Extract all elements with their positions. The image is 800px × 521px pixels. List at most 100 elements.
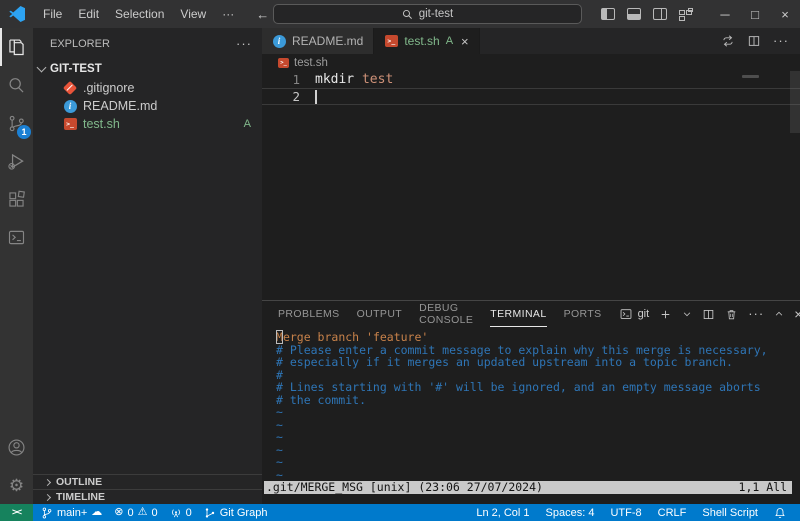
nav-back-icon[interactable]: ←: [256, 7, 269, 22]
file-label: test.sh: [83, 117, 120, 131]
git-graph-button[interactable]: Git Graph: [198, 504, 274, 521]
file-label: README.md: [83, 99, 157, 113]
ports-indicator[interactable]: 0: [164, 504, 198, 521]
activitybar-extensions[interactable]: [0, 180, 33, 218]
text-cursor: [315, 90, 317, 104]
open-changes-icon[interactable]: [721, 34, 735, 48]
trash-icon[interactable]: [725, 308, 738, 321]
terminal-cursor: M: [276, 330, 283, 344]
panel-close-icon[interactable]: ×: [794, 306, 800, 322]
editor-more-actions-icon[interactable]: ···: [773, 38, 789, 43]
menu-file[interactable]: File: [35, 4, 70, 24]
explorer-more-actions-icon[interactable]: ···: [236, 41, 252, 46]
new-terminal-icon[interactable]: [659, 308, 672, 321]
panel-more-actions-icon[interactable]: ···: [748, 311, 764, 316]
toggle-panel-icon[interactable]: [627, 8, 641, 20]
timeline-label: TIMELINE: [56, 491, 105, 503]
menu-overflow[interactable]: ···: [214, 4, 242, 24]
chevron-right-icon: [44, 478, 51, 485]
activitybar-account[interactable]: [0, 428, 33, 466]
menu-view[interactable]: View: [172, 4, 214, 24]
split-terminal-icon[interactable]: [702, 308, 715, 321]
tab-ports[interactable]: PORTS: [564, 301, 602, 327]
activitybar-run-debug[interactable]: [0, 142, 33, 180]
tab-test-sh[interactable]: >_ test.sh A ×: [374, 28, 479, 54]
maximize-button[interactable]: □: [740, 0, 770, 28]
indentation[interactable]: Spaces: 4: [538, 504, 603, 521]
toggle-secondary-sidebar-icon[interactable]: [653, 8, 667, 20]
activitybar-settings[interactable]: ⚙: [0, 466, 33, 504]
branch-label: main+: [57, 507, 87, 519]
terminal-profile-label[interactable]: git: [638, 308, 650, 320]
activitybar-source-control[interactable]: 1: [0, 104, 33, 142]
shell-icon: >_: [384, 34, 398, 48]
menu-edit[interactable]: Edit: [70, 4, 107, 24]
terminal-line: # Lines starting with '#' will be ignore…: [276, 381, 794, 394]
file-label: .gitignore: [83, 81, 134, 95]
breadcrumb[interactable]: >_ test.sh: [262, 54, 800, 71]
info-icon: i: [272, 34, 286, 48]
language-mode[interactable]: Shell Script: [694, 504, 766, 521]
git-status-badge: A: [446, 35, 453, 47]
file-gitignore[interactable]: .gitignore: [33, 79, 262, 97]
editor-scrollbar[interactable]: [790, 71, 800, 133]
ports-count: 0: [186, 507, 192, 519]
split-editor-icon[interactable]: [747, 34, 761, 48]
code-line-1: 1 mkdir test: [262, 71, 800, 88]
notifications-bell[interactable]: [766, 504, 794, 521]
breadcrumb-label: test.sh: [294, 57, 328, 69]
outline-section[interactable]: OUTLINE: [33, 474, 262, 489]
toggle-sidebar-icon[interactable]: [601, 8, 615, 20]
bell-icon: [774, 507, 786, 519]
search-icon: [402, 9, 413, 20]
timeline-section[interactable]: TIMELINE: [33, 489, 262, 504]
menu-selection[interactable]: Selection: [107, 4, 172, 24]
radio-tower-icon: [170, 507, 182, 519]
encoding[interactable]: UTF-8: [602, 504, 649, 521]
activitybar-explorer[interactable]: [0, 28, 33, 66]
terminal-profile-icon[interactable]: [619, 307, 633, 321]
outline-label: OUTLINE: [56, 476, 102, 488]
code-token-command: mkdir: [315, 71, 354, 88]
terminal-line: # especially if it merges an updated ups…: [276, 356, 794, 369]
minimap[interactable]: [736, 73, 788, 78]
tab-problems[interactable]: PROBLEMS: [278, 301, 340, 327]
tab-readme[interactable]: i README.md: [262, 28, 374, 54]
vscode-logo-icon: [9, 6, 25, 22]
activitybar-search[interactable]: [0, 66, 33, 104]
file-readme[interactable]: i README.md: [33, 97, 262, 115]
problems-indicator[interactable]: ⊗ 0 ⚠ 0: [108, 504, 163, 521]
customize-layout-icon[interactable]: [679, 8, 694, 21]
chevron-right-icon: [44, 493, 51, 500]
code-token-argument: test: [354, 71, 393, 88]
close-button[interactable]: ×: [770, 0, 800, 28]
branch-indicator[interactable]: main+ ☁: [35, 504, 108, 521]
code-editor[interactable]: 1 mkdir test 2: [262, 71, 800, 300]
chevron-down-icon[interactable]: [682, 309, 692, 319]
minimize-button[interactable]: ─: [710, 0, 740, 28]
tab-close-icon[interactable]: ×: [461, 34, 469, 49]
cursor-position[interactable]: Ln 2, Col 1: [468, 504, 537, 521]
terminal[interactable]: Merge branch 'feature' # Please enter a …: [262, 327, 800, 504]
terminal-tilde: ~: [276, 456, 794, 469]
command-center-search[interactable]: git-test: [273, 4, 582, 24]
git-status-badge: A: [244, 118, 251, 130]
tab-output[interactable]: OUTPUT: [357, 301, 403, 327]
run-debug-icon: [6, 151, 27, 172]
vim-statusline: .git/MERGE_MSG [unix] (23:06 27/07/2024)…: [264, 481, 792, 494]
editor-tabs: i README.md >_ test.sh A ×: [262, 28, 800, 54]
terminal-tilde: ~: [276, 444, 794, 457]
chevron-up-icon[interactable]: [774, 309, 784, 319]
remote-icon: ><: [12, 507, 21, 518]
remote-indicator[interactable]: ><: [0, 504, 33, 521]
tab-terminal[interactable]: TERMINAL: [490, 301, 546, 327]
terminal-box-icon: [6, 227, 27, 248]
eol-sequence[interactable]: CRLF: [650, 504, 695, 521]
chevron-down-icon: [37, 63, 47, 73]
tab-debug-console[interactable]: DEBUG CONSOLE: [419, 301, 473, 327]
activitybar-remote-terminal[interactable]: [0, 218, 33, 256]
file-test-sh[interactable]: >_ test.sh A: [33, 115, 262, 133]
shell-icon: >_: [278, 58, 289, 68]
folder-git-test[interactable]: GIT-TEST: [33, 59, 262, 79]
git-graph-label: Git Graph: [220, 507, 268, 519]
